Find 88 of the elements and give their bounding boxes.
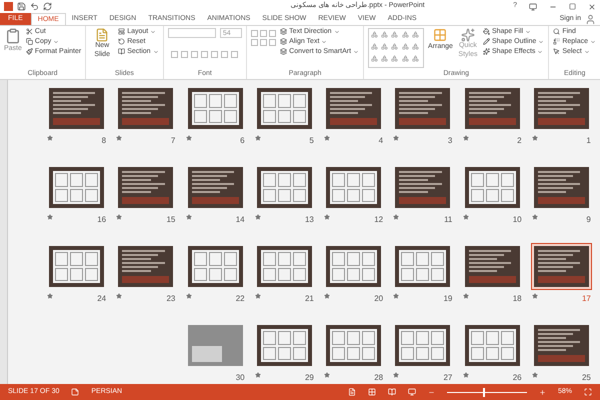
slide-number: 1 (586, 135, 591, 148)
layout-icon (118, 28, 126, 36)
shape-icon[interactable] (402, 43, 409, 50)
font-format-icons-drawing (171, 50, 238, 58)
paintbrush-icon (26, 48, 33, 56)
sparkles-icon (460, 28, 475, 42)
clipboard-icon (4, 28, 21, 44)
slide-number: 29 (304, 372, 314, 384)
slide-number: 5 (309, 135, 314, 148)
shape-icon[interactable] (391, 31, 398, 38)
shape-icon[interactable] (391, 54, 398, 62)
slide-number: 8 (102, 135, 106, 148)
slide-number: 30 (236, 372, 245, 384)
slide-number: 9 (586, 214, 591, 226)
shape-icon[interactable] (371, 31, 378, 38)
shape-icon[interactable] (381, 31, 388, 38)
slide-number: 19 (443, 293, 452, 306)
redo-icon[interactable] (43, 2, 52, 12)
layers-icon (280, 38, 288, 46)
slide-number: 25 (582, 372, 591, 384)
shape-icon[interactable] (371, 54, 378, 62)
slide-sorter-icon[interactable] (368, 388, 376, 396)
shapes-gallery[interactable] (368, 28, 424, 68)
layers-icon (280, 48, 288, 56)
slide-number: 28 (374, 372, 384, 384)
shape-icon[interactable] (371, 43, 378, 50)
notes-icon[interactable] (71, 388, 80, 396)
slide-show-icon[interactable] (408, 388, 416, 396)
caret-icon (353, 48, 360, 55)
font-name-field[interactable] (168, 28, 216, 38)
sparkles-icon (482, 48, 490, 56)
slide-number: 20 (374, 293, 384, 306)
pencil-icon (482, 38, 490, 46)
shape-icon[interactable] (391, 43, 398, 50)
slide-number: 6 (240, 135, 245, 148)
slide-number: 13 (304, 214, 314, 226)
shape-icon[interactable] (412, 31, 419, 38)
scissors-icon (26, 28, 33, 36)
slide-number: 27 (443, 372, 452, 384)
grid-icon (433, 28, 448, 42)
caret-icon (150, 28, 156, 35)
slide-number: 14 (236, 214, 245, 226)
slide-number: 10 (512, 214, 522, 226)
search-icon (553, 28, 560, 36)
slide-page-icon (95, 28, 110, 42)
slide-number: 18 (512, 293, 522, 306)
slide-number: 22 (236, 293, 245, 306)
slide-number: 11 (444, 214, 452, 226)
slide-number: 24 (97, 293, 106, 306)
shape-icon[interactable] (381, 54, 388, 62)
shape-icon[interactable] (412, 43, 419, 50)
slide-thumbnail[interactable] (530, 243, 592, 290)
slide-number: 7 (170, 135, 176, 148)
slide-number: 15 (166, 214, 176, 226)
slide-number: 17 (582, 293, 591, 306)
caret-icon (53, 38, 60, 45)
slide-number: 23 (166, 293, 176, 306)
avatar-icon[interactable] (585, 14, 596, 25)
close-icon[interactable] (588, 2, 596, 11)
slide-number: 21 (304, 293, 314, 306)
shape-icon[interactable] (402, 54, 409, 62)
slide-number: 16 (97, 214, 106, 226)
app-logo-icon (4, 2, 13, 12)
undo-icon[interactable] (30, 2, 39, 12)
fit-window-icon[interactable] (584, 388, 592, 396)
shape-icon[interactable] (381, 43, 388, 50)
slide-number: 4 (378, 135, 384, 148)
display-options-icon[interactable] (529, 2, 537, 11)
maximize-icon[interactable] (569, 3, 576, 10)
paragraph-icons-drawing (251, 30, 276, 46)
slide-number: 12 (374, 214, 384, 226)
layers-icon (280, 28, 288, 36)
slide-number: 26 (512, 372, 522, 384)
copy-icon (26, 38, 33, 46)
zoom-thumb[interactable] (482, 388, 485, 396)
normal-view-icon[interactable] (348, 388, 356, 396)
slide-number: 2 (517, 135, 522, 148)
reset-icon (118, 38, 126, 46)
pointer-icon (553, 48, 560, 56)
shape-icon[interactable] (402, 31, 409, 38)
caret-icon (152, 48, 159, 55)
save-icon[interactable] (17, 2, 26, 12)
slide-number: 3 (448, 135, 452, 148)
paint-bucket-icon (482, 28, 490, 36)
book-icon (118, 48, 126, 56)
shape-icon[interactable] (412, 54, 419, 62)
reading-view-icon[interactable] (388, 388, 396, 396)
scrollbar[interactable] (0, 80, 8, 384)
